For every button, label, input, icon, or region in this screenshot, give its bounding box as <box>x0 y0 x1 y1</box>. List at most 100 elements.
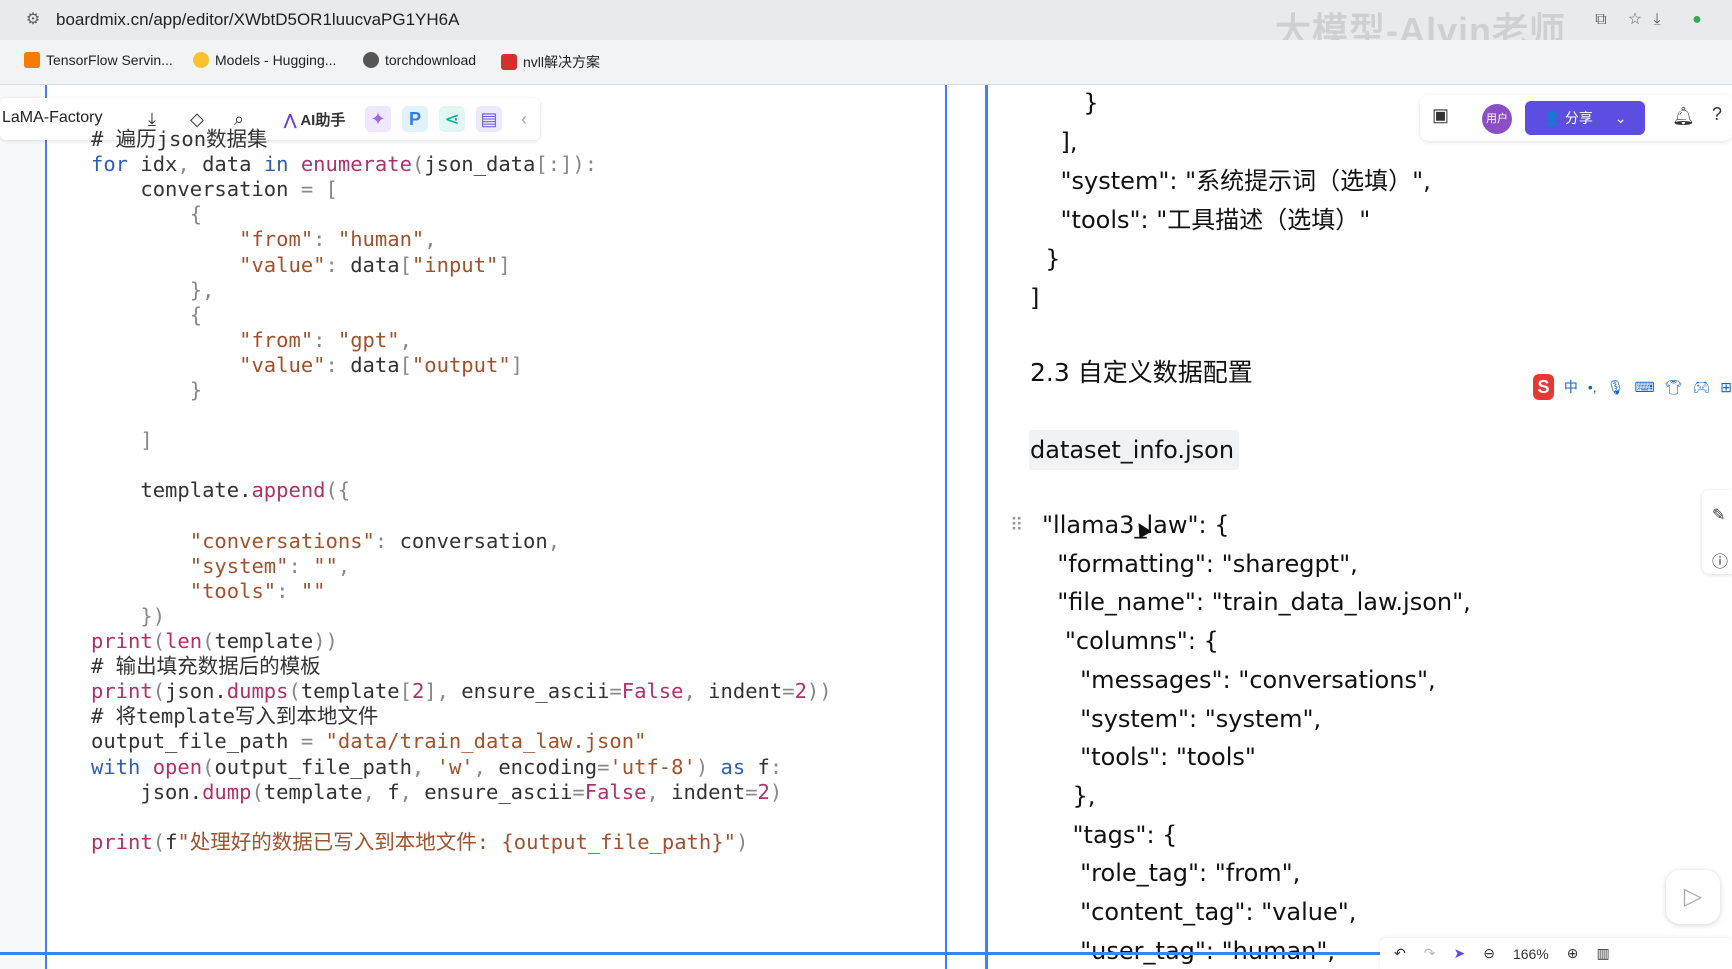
code-line: "value": data["input"] <box>239 253 511 277</box>
config-line: "messages": "conversations", <box>1042 666 1436 694</box>
code-line: "from": "gpt", <box>239 328 412 352</box>
play-icon: ▷ <box>1683 883 1703 910</box>
grid-icon[interactable]: ⊞ <box>1720 379 1732 396</box>
drag-handle-icon[interactable]: ⠿ <box>1010 515 1023 536</box>
punctuation-icon[interactable]: •, <box>1588 379 1597 395</box>
json-line: ] <box>1030 284 1040 312</box>
avatar[interactable]: 用户 <box>1482 104 1512 134</box>
bookmark-huggingface[interactable]: Models - Hugging... <box>193 52 336 68</box>
code-line: }) <box>140 604 166 628</box>
json-line: } <box>1030 89 1099 117</box>
code-line: print(f"处理好的数据已写入到本地文件: {output_file_pat… <box>91 830 749 854</box>
keyboard-icon[interactable]: ⌨ <box>1634 379 1654 396</box>
config-line: "system": "system", <box>1042 705 1322 733</box>
image-gen-icon[interactable]: ✦ <box>365 106 391 132</box>
info-icon[interactable]: ⓘ <box>1712 548 1728 572</box>
zoom-level[interactable]: 166% <box>1513 946 1549 962</box>
ppt-icon[interactable]: P <box>402 106 428 132</box>
code-line: "system": "", <box>189 554 351 578</box>
code-line: { <box>189 202 203 226</box>
config-line: "user_tag": "human", <box>1042 937 1336 965</box>
site-info-icon[interactable]: ⚙ <box>22 9 44 31</box>
code-line: with open(output_file_path, 'w', encodin… <box>91 755 783 779</box>
bookmark-label: Models - Hugging... <box>215 52 337 68</box>
code-line: # 输出填充数据后的模板 <box>91 654 321 678</box>
ai-assistant-label: AI助手 <box>300 112 346 129</box>
huggingface-icon <box>193 52 209 68</box>
config-line: "tools": "tools" <box>1042 743 1256 771</box>
json-line: ], <box>1030 128 1078 156</box>
collapse-icon[interactable]: ‹ <box>511 106 537 132</box>
bookmark-torchdownload[interactable]: torchdownload <box>363 52 476 68</box>
zoom-in-icon[interactable]: ⊕ <box>1567 945 1579 962</box>
bookmark-nvll[interactable]: nvll解决方案 <box>501 52 600 72</box>
ime-toolbar[interactable]: S 中 •, 🎙︎ ⌨ 👕︎ 🎮︎ ⊞ <box>1533 372 1732 402</box>
bookmark-label: nvll解决方案 <box>523 54 601 70</box>
config-line: "role_tag": "from", <box>1042 859 1301 887</box>
zoom-out-icon[interactable]: ⊖ <box>1483 945 1495 962</box>
code-line: { <box>189 303 203 327</box>
skin-icon[interactable]: 👕︎ <box>1665 379 1683 396</box>
play-button[interactable]: ▷ <box>1666 870 1720 924</box>
url-text[interactable]: boardmix.cn/app/editor/XWbtD5OR1luucvaPG… <box>56 10 459 30</box>
microphone-icon[interactable]: 🎙︎ <box>1607 379 1625 396</box>
code-line: json.dump(template, f, ensure_ascii=Fals… <box>91 780 783 804</box>
star-icon[interactable]: ☆ <box>1624 9 1646 31</box>
code-line: output_file_path = "data/train_data_law.… <box>91 729 647 753</box>
document-title[interactable]: LaMA-Factory <box>2 109 102 127</box>
map-icon[interactable]: ▥ <box>1596 945 1609 962</box>
config-line: "file_name": "train_data_law.json", <box>1042 588 1471 616</box>
pointer-icon[interactable]: ➤ <box>1453 945 1465 962</box>
config-line: "content_tag": "value", <box>1042 898 1357 926</box>
install-icon[interactable]: ⧉ <box>1590 9 1612 31</box>
ai-assistant-button[interactable]: ⋀ AI助手 <box>284 109 345 130</box>
json-line: "system": "系统提示词（选填）", <box>1030 167 1431 195</box>
code-line: "conversations": conversation, <box>189 529 561 553</box>
file-label: dataset_info.json <box>1030 436 1235 464</box>
config-line: }, <box>1042 782 1096 810</box>
code-line: "value": data["output"] <box>239 353 524 377</box>
undo-icon[interactable]: ↶ <box>1394 945 1406 962</box>
code-line: template.append({ <box>91 478 351 502</box>
code-line: }, <box>189 278 215 302</box>
config-line: "tags": { <box>1042 821 1178 849</box>
code-line: for idx, data in enumerate(json_data[:])… <box>91 152 598 176</box>
bookmark-label: torchdownload <box>385 52 477 68</box>
bookmark-label: TensorFlow Servin... <box>46 52 173 68</box>
bottom-toolbar: ↶ ↷ ➤ ⊖ 166% ⊕ ▥ <box>1380 938 1732 969</box>
config-line: "formatting": "sharegpt", <box>1042 550 1358 578</box>
profile-icon[interactable]: ● <box>1686 9 1708 31</box>
share-label: 分享 <box>1564 110 1593 126</box>
share-button[interactable]: 👤 分享 ⌄ <box>1525 101 1645 135</box>
chevron-down-icon: ⌄ <box>1614 110 1627 126</box>
json-line: } <box>1030 245 1061 273</box>
help-icon[interactable]: ? <box>1712 104 1722 125</box>
code-line: "from": "human", <box>239 227 437 251</box>
share-user-icon: 👤 <box>1543 110 1561 126</box>
code-line: print(json.dumps(template[2], ensure_asc… <box>91 679 832 703</box>
gift-icon[interactable]: ▣ <box>1432 105 1449 126</box>
code-line: print(len(template)) <box>91 629 338 653</box>
code-line: conversation = [ <box>91 177 338 201</box>
ime-language[interactable]: 中 <box>1564 377 1578 397</box>
tensorflow-icon <box>24 52 40 68</box>
download-icon[interactable]: ⤓ <box>1646 9 1668 31</box>
ai-icon: ⋀ <box>284 111 297 129</box>
code-line: # 遍历json数据集 <box>91 127 268 151</box>
chat-icon[interactable]: ▤ <box>476 106 502 132</box>
csdn-icon <box>501 54 517 70</box>
ime-logo: S <box>1533 374 1554 400</box>
code-line: ] <box>140 428 153 452</box>
bookmark-tensorflow[interactable]: TensorFlow Servin... <box>24 52 173 68</box>
section-heading: 2.3 自定义数据配置 <box>1030 358 1253 387</box>
config-line: "columns": { <box>1042 627 1219 655</box>
redo-icon[interactable]: ↷ <box>1424 945 1436 962</box>
code-line: "tools": "" <box>189 579 326 603</box>
code-line: } <box>189 378 203 402</box>
magic-wand-icon[interactable]: ✎ <box>1712 505 1725 525</box>
bell-icon[interactable]: 🔔︎ <box>1672 106 1695 127</box>
globe-icon <box>363 52 379 68</box>
mindmap-icon[interactable]: ⋖ <box>439 106 465 132</box>
code-line: # 将template写入到本地文件 <box>91 704 379 728</box>
game-icon[interactable]: 🎮︎ <box>1692 379 1710 396</box>
